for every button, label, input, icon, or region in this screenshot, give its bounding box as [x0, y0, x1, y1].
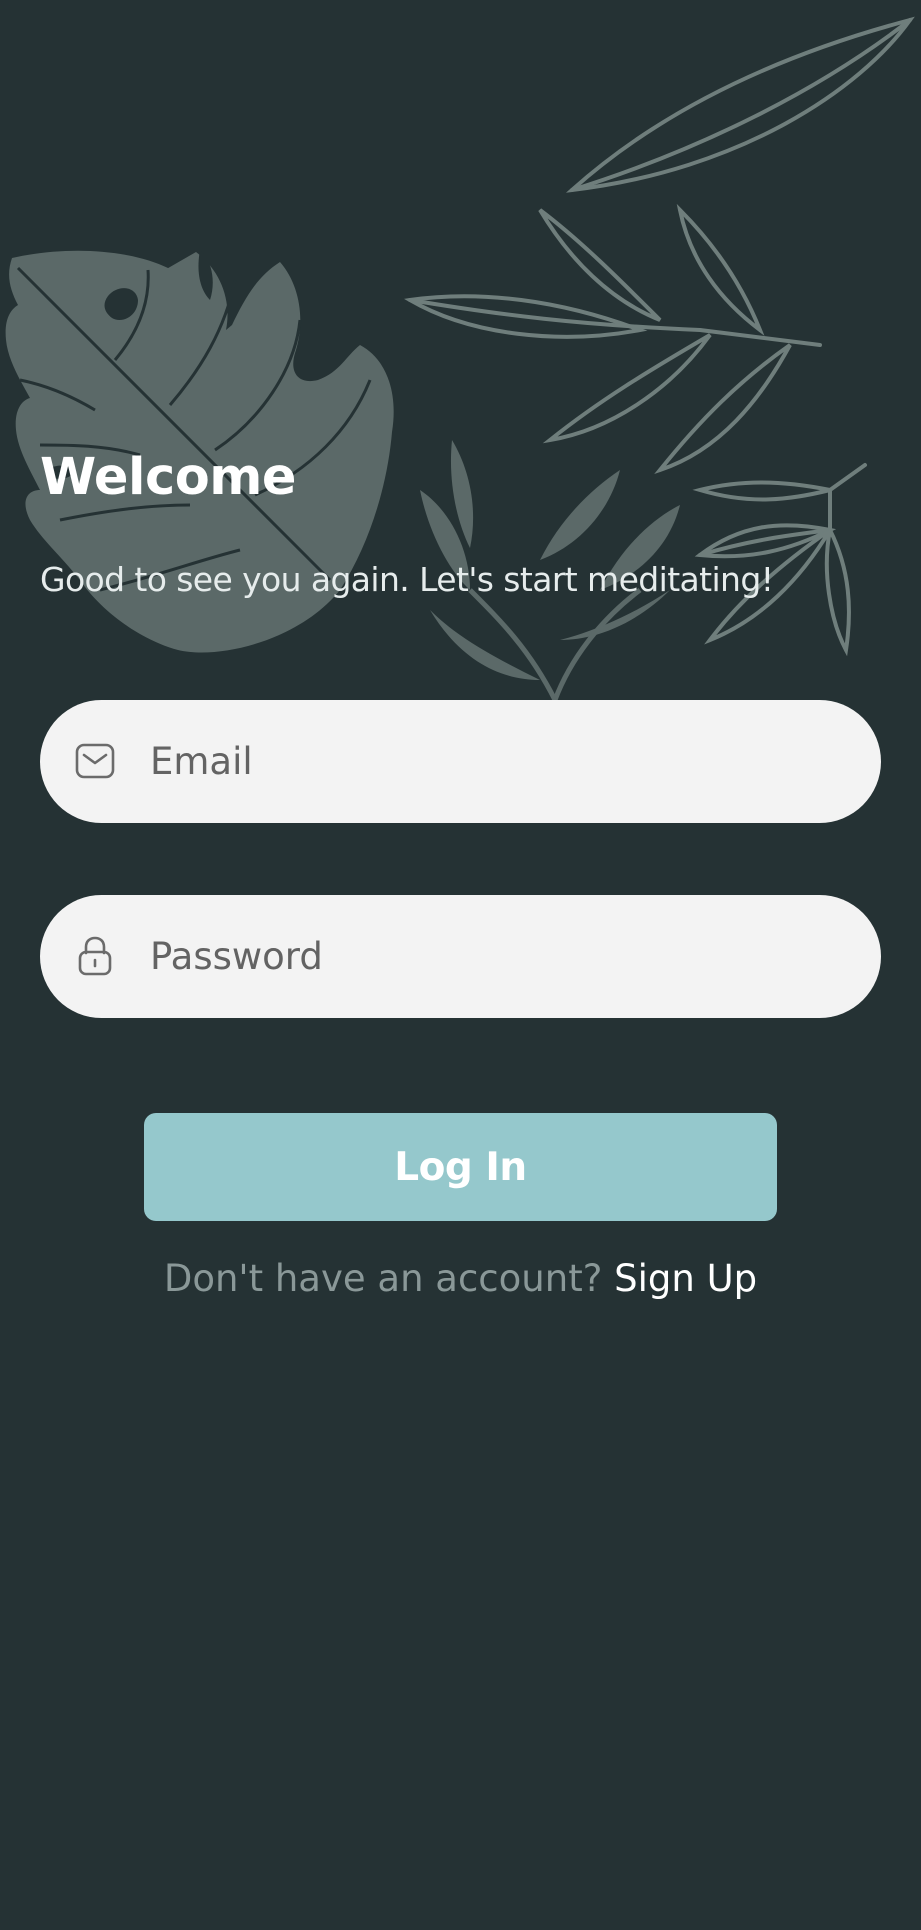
signup-row: Don't have an account? Sign Up — [0, 1257, 921, 1300]
login-button[interactable]: Log In — [144, 1113, 777, 1221]
password-field[interactable] — [40, 895, 881, 1018]
outline-leaves-icon — [404, 16, 915, 657]
email-field[interactable] — [40, 700, 881, 823]
signup-link[interactable]: Sign Up — [614, 1257, 757, 1300]
email-input[interactable] — [150, 700, 840, 823]
page-title: Welcome — [40, 448, 297, 507]
signup-prompt: Don't have an account? — [163, 1257, 603, 1300]
login-screen: Welcome Good to see you again. Let's sta… — [0, 0, 921, 1930]
page-subtitle: Good to see you again. Let's start medit… — [40, 560, 774, 599]
lock-icon — [78, 936, 112, 976]
password-input[interactable] — [150, 895, 840, 1018]
botanical-leaves-illustration — [5, 16, 915, 702]
mail-icon — [75, 743, 115, 779]
